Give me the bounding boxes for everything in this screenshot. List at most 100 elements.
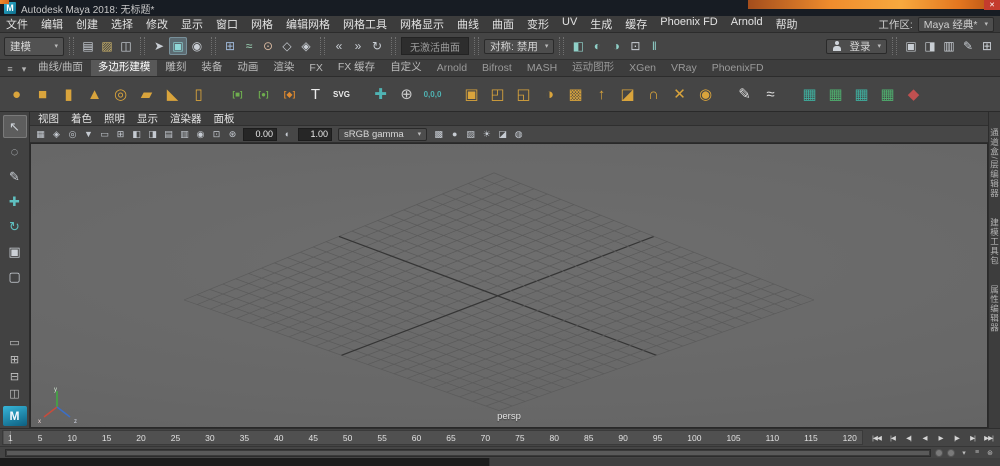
uv-spherical-icon[interactable]: ▦ (875, 81, 900, 107)
combine-icon[interactable]: ▣ (459, 81, 484, 107)
anim-prefs-icon[interactable]: ⊛ (985, 449, 995, 457)
render-current-frame-icon[interactable]: ◐ (588, 37, 606, 55)
shelf-tab[interactable]: FX 缓存 (331, 60, 382, 76)
contrast-icon[interactable]: ◐ (280, 127, 295, 141)
status-group-handle[interactable] (892, 37, 897, 55)
shelf-tab[interactable]: 曲线/曲面 (31, 60, 90, 76)
save-scene-icon[interactable]: ◫ (117, 37, 135, 55)
menu-item[interactable]: 网格工具 (343, 16, 387, 32)
sign-in-button[interactable]: 登录 ▾ (826, 39, 887, 54)
gate-mask-icon[interactable]: ▤ (161, 127, 176, 141)
maya-logo[interactable]: M (3, 406, 27, 426)
menu-item[interactable]: UV (562, 16, 577, 32)
poly-plane-icon[interactable]: ▰ (134, 81, 159, 107)
close-button[interactable]: ✕ (984, 0, 1000, 10)
shelf-tab[interactable]: FX (302, 61, 329, 76)
menu-item[interactable]: 创建 (76, 16, 98, 32)
svg-tool-icon[interactable]: SVG (329, 81, 354, 107)
status-group-handle[interactable] (320, 37, 325, 55)
ipr-render-icon[interactable]: ◑ (607, 37, 625, 55)
image-plane-icon[interactable]: ▭ (97, 127, 112, 141)
channel-box-toggle-icon[interactable]: ⊞ (978, 37, 996, 55)
snap-together-icon[interactable]: ⊕ (394, 81, 419, 107)
menu-item[interactable]: 修改 (146, 16, 168, 32)
menu-set-dropdown[interactable]: 建模 ▾ (4, 37, 64, 56)
layout-single-pane-button[interactable]: ▭ (4, 335, 26, 350)
type-tool-icon[interactable]: T (303, 81, 328, 107)
poly-sphere-icon[interactable]: ● (4, 81, 29, 107)
safe-title-icon[interactable]: ⊡ (209, 127, 224, 141)
shelf-tab[interactable]: VRay (664, 61, 704, 76)
shelf-tab[interactable]: 运动图形 (565, 60, 621, 76)
rotate-tool[interactable]: ↻ (3, 215, 27, 238)
select-component-icon[interactable]: ◉ (188, 37, 206, 55)
shelf-tab[interactable]: 雕刻 (158, 60, 193, 76)
panel-menu-item[interactable]: 照明 (104, 112, 125, 126)
panel-menu-item[interactable]: 面板 (214, 112, 235, 126)
poly-pipe-icon[interactable]: ▯ (186, 81, 211, 107)
textured-icon[interactable]: ▨ (463, 127, 478, 141)
poly-pyramid-icon[interactable]: ◣ (160, 81, 185, 107)
menu-item[interactable]: 曲面 (492, 16, 514, 32)
snap-plane-icon[interactable]: ◇ (278, 37, 296, 55)
sidebar-vertical-tab[interactable]: 属性编辑器 (989, 285, 1000, 333)
status-group-handle[interactable] (559, 37, 564, 55)
panel-menu-item[interactable]: 视图 (38, 112, 59, 126)
uv-cylindrical-icon[interactable]: ▦ (849, 81, 874, 107)
extrude-icon[interactable]: ↑ (589, 81, 614, 107)
status-group-handle[interactable] (69, 37, 74, 55)
shelf-tab[interactable]: 动画 (230, 60, 265, 76)
shelf-tab[interactable]: XGen (622, 61, 663, 76)
menu-item[interactable]: 窗口 (216, 16, 238, 32)
step-back-key-button[interactable]: |◀ (885, 431, 900, 445)
new-scene-icon[interactable]: ▤ (79, 37, 97, 55)
go-to-end-button[interactable]: ▶▶| (981, 431, 996, 445)
output-connections-icon[interactable]: » (349, 37, 367, 55)
edit-curve-icon[interactable]: ≈ (758, 81, 783, 107)
select-tool[interactable]: ↖ (3, 115, 27, 138)
status-group-handle[interactable] (474, 37, 479, 55)
uv-planar-icon[interactable]: ▦ (797, 81, 822, 107)
shelf-tab[interactable]: Arnold (430, 61, 474, 76)
shelf-tab[interactable]: MASH (520, 61, 564, 76)
panel-menu-item[interactable]: 渲染器 (170, 112, 202, 126)
range-slider-track[interactable] (5, 449, 931, 457)
hypershade-toggle-icon[interactable]: ◨ (921, 37, 939, 55)
menu-item[interactable]: 编辑 (41, 16, 63, 32)
sidebar-vertical-tab[interactable]: 通道盒/层编辑器 (989, 128, 1000, 198)
symmetry-dropdown[interactable]: 对称: 禁用 ▾ (484, 39, 554, 54)
shelf-tab[interactable]: PhoenixFD (705, 61, 771, 76)
smooth-icon[interactable]: ▩ (563, 81, 588, 107)
separate-icon[interactable]: ◰ (485, 81, 510, 107)
uv-editor-icon[interactable]: ◆ (901, 81, 926, 107)
paint-select-tool[interactable]: ✎ (3, 165, 27, 188)
move-tool[interactable]: ✚ (3, 190, 27, 213)
gamma-field[interactable]: 1.00 (298, 128, 332, 141)
lights-icon[interactable]: ☀ (479, 127, 494, 141)
shaded-icon[interactable]: ● (447, 127, 462, 141)
poly-torus-icon[interactable]: ◎ (108, 81, 133, 107)
open-render-view-icon[interactable]: ◧ (569, 37, 587, 55)
uv-automatic-icon[interactable]: ▦ (823, 81, 848, 107)
status-group-handle[interactable] (140, 37, 145, 55)
menu-item[interactable]: 缓存 (625, 16, 647, 32)
camera-attributes-icon[interactable]: ◎ (65, 127, 80, 141)
character-set-dropdown-icon[interactable]: ▾ (959, 449, 969, 457)
input-connections-icon[interactable]: « (330, 37, 348, 55)
menu-item[interactable]: Phoenix FD (660, 16, 717, 32)
menu-item[interactable]: 生成 (590, 16, 612, 32)
shelf-tab-menu-icon[interactable]: ▾ (17, 62, 31, 76)
exposure-field[interactable]: 0.00 (243, 128, 277, 141)
animation-preferences-button[interactable] (947, 449, 955, 457)
status-group-handle[interactable] (211, 37, 216, 55)
anim-layer-icon[interactable]: ≡ (972, 449, 982, 456)
resolution-gate-icon[interactable]: ◨ (145, 127, 160, 141)
layout-four-pane-button[interactable]: ⊞ (4, 352, 26, 367)
layout-persp-outliner-button[interactable]: ◫ (4, 386, 26, 401)
menu-item[interactable]: 显示 (181, 16, 203, 32)
shelf-tab[interactable]: Bifrost (475, 61, 519, 76)
ambient-occlusion-icon[interactable]: ◍ (511, 127, 526, 141)
range-slider-bar[interactable] (7, 451, 929, 455)
shadows-icon[interactable]: ◪ (495, 127, 510, 141)
pan-zoom-icon[interactable]: ⊞ (113, 127, 128, 141)
